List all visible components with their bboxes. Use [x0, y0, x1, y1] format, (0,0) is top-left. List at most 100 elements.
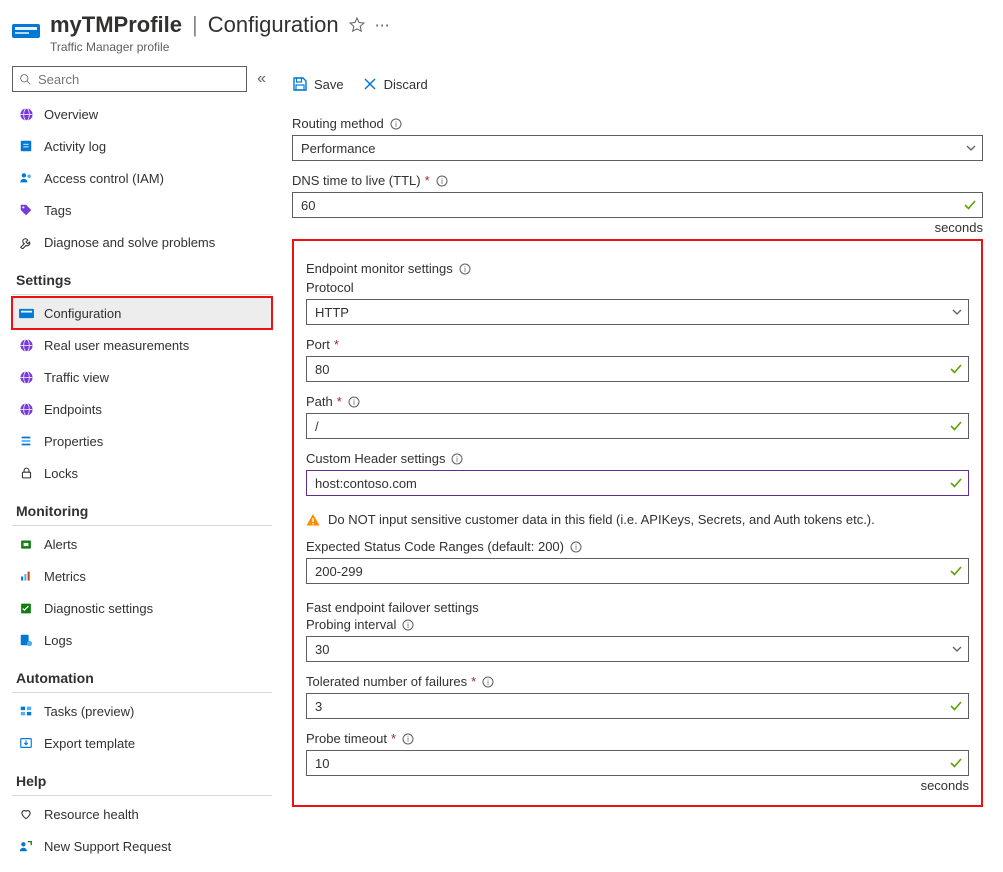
custom-header-input[interactable] [306, 470, 969, 496]
sidebar-item[interactable]: Diagnostic settings [12, 592, 272, 624]
sidebar-item-label: Tags [44, 203, 71, 218]
sidebar-item-label: Real user measurements [44, 338, 189, 353]
nav-icon [18, 538, 34, 551]
sidebar-item[interactable]: Alerts [12, 528, 272, 560]
sidebar-item-label: Resource health [44, 807, 139, 822]
info-icon[interactable]: i [459, 263, 471, 275]
sidebar-item[interactable]: Endpoints [12, 393, 272, 425]
save-button[interactable]: Save [292, 76, 344, 92]
info-icon[interactable]: i [402, 733, 414, 745]
resource-type: Traffic Manager profile [50, 40, 1003, 54]
nav-icon [18, 808, 34, 821]
probe-timeout-input[interactable] [306, 750, 969, 776]
routing-method-select[interactable]: Performance [292, 135, 983, 161]
sidebar-item[interactable]: Traffic view [12, 361, 272, 393]
svg-text:i: i [441, 177, 443, 186]
sidebar-item[interactable]: Tasks (preview) [12, 695, 272, 727]
probing-interval-select[interactable]: 30 [306, 636, 969, 662]
sidebar-item-label: Locks [44, 466, 78, 481]
nav-icon [18, 466, 34, 480]
protocol-select[interactable]: HTTP [306, 299, 969, 325]
nav-icon [18, 839, 34, 853]
sidebar-item[interactable]: Metrics [12, 560, 272, 592]
info-icon[interactable]: i [348, 396, 360, 408]
custom-header-label: Custom Header settings [306, 451, 445, 466]
sidebar-item[interactable]: Real user measurements [12, 329, 272, 361]
tolerated-failures-input[interactable] [306, 693, 969, 719]
nav-icon [18, 402, 34, 417]
sidebar-item[interactable]: Locks [12, 457, 272, 489]
sidebar-item-label: Configuration [44, 306, 121, 321]
sidebar-item-label: Endpoints [44, 402, 102, 417]
traffic-manager-icon [12, 18, 40, 42]
svg-text:i: i [407, 735, 409, 744]
sidebar-item[interactable]: Export template [12, 727, 272, 759]
info-icon[interactable]: i [451, 453, 463, 465]
info-icon[interactable]: i [570, 541, 582, 553]
dns-ttl-input[interactable] [292, 192, 983, 218]
tolerated-failures-label: Tolerated number of failures [306, 674, 467, 689]
port-label: Port [306, 337, 330, 352]
protocol-label: Protocol [306, 280, 354, 295]
search-icon [19, 73, 32, 86]
expected-status-input[interactable] [306, 558, 969, 584]
dns-ttl-suffix: seconds [292, 220, 983, 235]
sidebar-item[interactable]: Resource health [12, 798, 272, 830]
nav-icon [18, 338, 34, 353]
discard-icon [362, 76, 378, 92]
sidebar-item[interactable]: Logs [12, 624, 272, 656]
nav-icon [18, 235, 34, 249]
favorite-icon[interactable] [349, 17, 365, 33]
nav-icon [18, 434, 34, 448]
sidebar-search[interactable] [12, 66, 247, 92]
info-icon[interactable]: i [402, 619, 414, 631]
sidebar-item-label: Properties [44, 434, 103, 449]
path-input[interactable] [306, 413, 969, 439]
more-icon[interactable]: ⋯ [375, 16, 390, 34]
nav-icon [18, 602, 34, 615]
page-section: Configuration [208, 12, 339, 38]
endpoint-monitor-section: Endpoint monitor settings i Protocol HTT… [292, 239, 983, 807]
svg-text:i: i [464, 265, 466, 274]
svg-text:i: i [407, 621, 409, 630]
page-title: myTMProfile [50, 12, 182, 38]
sidebar-item[interactable]: Access control (IAM) [12, 162, 272, 194]
sidebar-item[interactable]: Configuration [12, 297, 272, 329]
sidebar-item-label: Traffic view [44, 370, 109, 385]
sidebar-item[interactable]: Tags [12, 194, 272, 226]
discard-button[interactable]: Discard [362, 76, 428, 92]
info-icon[interactable]: i [390, 118, 402, 130]
svg-text:i: i [395, 120, 397, 129]
info-icon[interactable]: i [436, 175, 448, 187]
sidebar-item[interactable]: Properties [12, 425, 272, 457]
svg-text:i: i [353, 398, 355, 407]
probe-timeout-suffix: seconds [306, 778, 969, 793]
sidebar-item-label: Export template [44, 736, 135, 751]
nav-icon [18, 171, 34, 185]
nav-icon [18, 570, 34, 583]
sidebar-item-label: Overview [44, 107, 98, 122]
collapse-icon[interactable]: « [257, 70, 266, 88]
svg-text:i: i [457, 455, 459, 464]
sidebar-item[interactable]: Diagnose and solve problems [12, 226, 272, 258]
sidebar-item-label: Diagnostic settings [44, 601, 153, 616]
sidebar-item[interactable]: Activity log [12, 130, 272, 162]
sidebar-item-label: Access control (IAM) [44, 171, 164, 186]
sidebar-item-label: Logs [44, 633, 72, 648]
endpoint-monitor-title: Endpoint monitor settings [306, 261, 453, 276]
search-input[interactable] [36, 71, 240, 88]
sidebar-item[interactable]: New Support Request [12, 830, 272, 862]
expected-status-label: Expected Status Code Ranges (default: 20… [306, 539, 564, 554]
nav-icon [18, 736, 34, 750]
probing-interval-label: Probing interval [306, 617, 396, 632]
sidebar-item-label: Tasks (preview) [44, 704, 134, 719]
nav-icon [18, 107, 34, 122]
sidebar-item[interactable]: Overview [12, 98, 272, 130]
save-label: Save [314, 77, 344, 92]
port-input[interactable] [306, 356, 969, 382]
nav-icon [18, 203, 34, 217]
path-label: Path [306, 394, 333, 409]
info-icon[interactable]: i [482, 676, 494, 688]
nav-icon [18, 370, 34, 385]
sidebar-group-header: Automation [12, 656, 272, 693]
